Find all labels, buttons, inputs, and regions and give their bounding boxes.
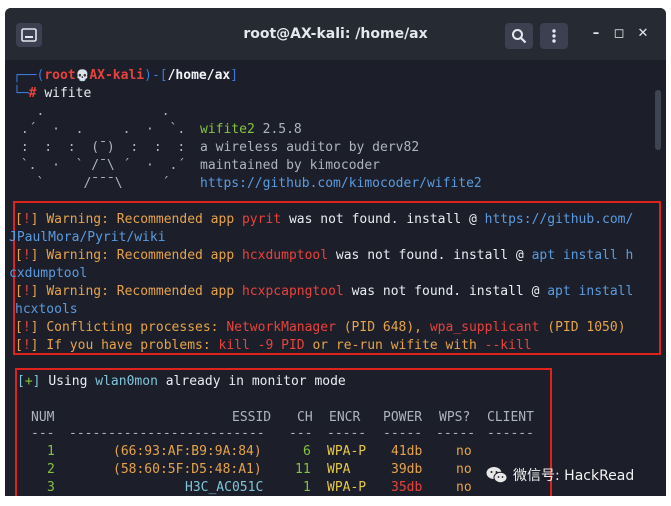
wechat-icon [486,466,508,484]
row-essid: (58:60:5F:D5:48:A1) [113,462,262,477]
rule-num: --- [31,426,55,441]
banner-art-3: : : : (¯) : : : [13,140,201,155]
row-power: 41db [391,444,423,459]
minimize-button[interactable]: – [588,26,604,42]
row-ch: 1 [303,480,311,495]
banner-art-5: ` /¯¯¯\ ´ [13,176,201,191]
prompt-line: ┌──(root💀AX-kali)-[/home/ax] [13,68,239,83]
row-ch: 11 [295,462,311,477]
row-power: 39db [391,462,423,477]
conflict-line: [!] Conflicting processes: NetworkManage… [15,320,626,335]
row-essid: (66:93:AF:B9:9A:84) [113,444,262,459]
watermark-text: 微信号: HackRead [513,468,635,484]
maximize-button[interactable]: ◻ [611,26,627,42]
watermark: 微信号: HackRead [486,463,634,487]
row-essid: H3C_AC051C [185,480,264,495]
rule-client: ------ [487,426,534,441]
rule-power: ----- [383,426,423,441]
row-num: 3 [47,480,55,495]
row-wps: no [456,444,472,459]
warning-line: [!] Warning: Recommended app hcxdumptool… [15,248,634,263]
rule-ch: --- [289,426,313,441]
banner-art-4: `. · ` /¯\ ´ · .´ [13,158,201,173]
banner-url-link[interactable]: https://github.com/kimocoder/wifite2 [200,176,482,194]
row-encr: WPA-P [327,444,367,459]
row-encr: WPA [327,462,351,477]
search-icon [512,29,527,44]
row-num: 1 [47,444,55,459]
command-line: └─# wifite [13,86,92,101]
warning-continuation: JPaulMora/Pyrit/wiki [9,230,166,245]
terminal-output[interactable]: ┌──(root💀AX-kali)-[/home/ax] └─# wifite … [5,60,666,496]
row-encr: WPA-P [327,480,367,495]
rule-essid: ------------------------- [69,426,265,441]
monitor-line: [+] Using wlan0mon already in monitor mo… [17,374,346,389]
warning-continuation: cxdumptool [9,266,88,281]
banner-maintainer-line: maintained by kimocoder [200,158,381,173]
rule-encr: ----- [327,426,367,441]
rule-wps: ----- [436,426,476,441]
warning-line: [!] Warning: Recommended app hcxpcapngto… [15,284,634,299]
row-power: 35db [391,480,423,495]
kebab-menu-icon [552,29,556,43]
banner-art-1: . . [13,104,201,119]
warning-continuation: hcxtools [15,302,78,317]
row-num: 2 [47,462,55,477]
menu-button[interactable] [540,23,568,49]
close-button[interactable]: ✕ [635,26,651,42]
banner-art-2: .´ · . . · `. [13,122,201,137]
skull-icon: 💀 [75,69,90,82]
row-ch: 6 [303,444,311,459]
warning-line: [!] Warning: Recommended app pyrit was n… [15,212,634,227]
title-bar: root@AX-kali: /home/ax – ◻ ✕ [5,8,666,60]
search-button[interactable] [505,23,533,49]
terminal-window: root@AX-kali: /home/ax – ◻ ✕ ┌──(root💀AX… [5,8,666,496]
row-wps: no [456,480,472,495]
problems-line: [!] If you have problems: kill -9 PID or… [15,338,532,353]
scrollbar[interactable] [655,90,661,150]
row-wps: no [456,462,472,477]
banner-author-line: a wireless auditor by derv82 [200,140,420,155]
banner-version-line: wifite2 2.5.8 [200,122,302,137]
